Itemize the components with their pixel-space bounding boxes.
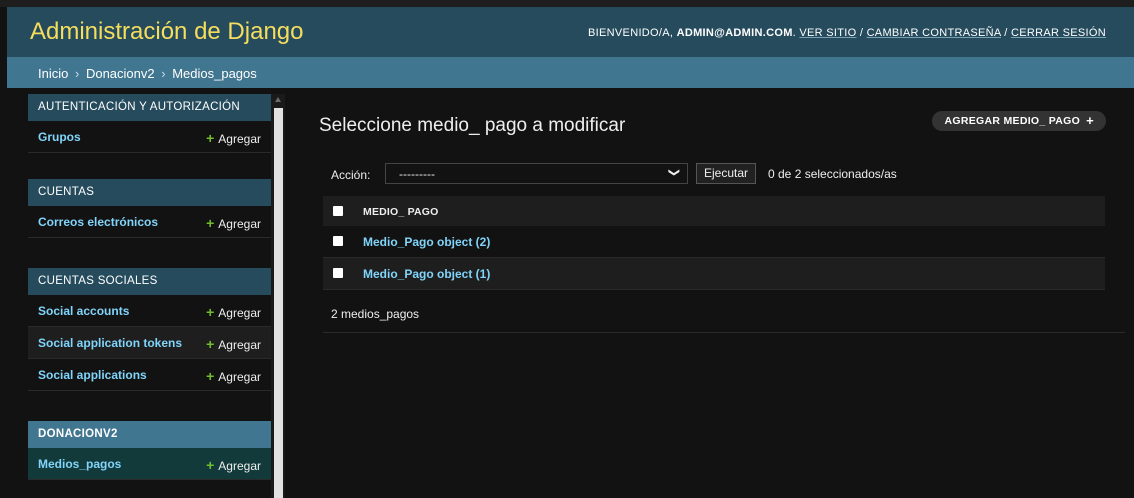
selection-counter: 0 de 2 seleccionados/as	[768, 167, 897, 181]
plus-icon: +	[206, 368, 215, 384]
site-brand[interactable]: Administración de Django	[30, 18, 303, 46]
sidebar-item-label[interactable]: Medios_pagos	[38, 457, 121, 471]
sidebar-item-social-application-tokens: Social application tokens + Agregar	[28, 327, 271, 359]
sidebar-item-label[interactable]: Social applications	[38, 368, 147, 382]
plus-icon: +	[206, 130, 215, 146]
breadcrumb-home[interactable]: Inicio	[38, 66, 68, 81]
module-caption-auth[interactable]: AUTENTICACIÓN Y AUTORIZACIÓN	[28, 94, 271, 121]
module-cuentas-sociales: CUENTAS SOCIALES Social accounts + Agrega…	[28, 268, 271, 391]
module-caption-cuentas-sociales[interactable]: CUENTAS SOCIALES	[28, 268, 271, 295]
row-link[interactable]: Medio_Pago object (1)	[363, 267, 490, 281]
breadcrumb-current: Medios_pagos	[172, 66, 257, 81]
module-donacionv2: DONACIONV2 Medios_pagos + Agregar	[28, 421, 271, 480]
welcome-text: BIENVENIDO/A,	[588, 27, 674, 39]
result-list: MEDIO_ PAGO Medio_Pago object (2) Medio_…	[323, 196, 1105, 290]
site-header: Administración de Django BIENVENIDO/A, A…	[7, 7, 1134, 57]
table-row: Medio_Pago object (2)	[323, 226, 1105, 258]
breadcrumb: Inicio › Donacionv2 › Medios_pagos	[7, 57, 1134, 88]
add-correos-link[interactable]: + Agregar	[206, 215, 261, 231]
action-select-value: ---------	[399, 167, 435, 181]
row-checkbox[interactable]	[333, 236, 343, 246]
actions-bar: Acción: --------- ❯ Ejecutar 0 de 2 sele…	[319, 161, 1105, 187]
main-content: Seleccione medio_ pago a modificar AGREG…	[285, 94, 1134, 498]
action-select[interactable]: --------- ❯	[385, 163, 688, 184]
change-password-link[interactable]: CAMBIAR CONTRASEÑA	[867, 27, 1001, 39]
add-grupos-link[interactable]: + Agregar	[206, 130, 261, 146]
run-action-button[interactable]: Ejecutar	[696, 163, 757, 184]
module-auth: AUTENTICACIÓN Y AUTORIZACIÓN Grupos + Agr…	[28, 94, 271, 153]
logout-link[interactable]: CERRAR SESIÓN	[1011, 27, 1106, 39]
window-top-strip	[0, 0, 1134, 7]
breadcrumb-app[interactable]: Donacionv2	[86, 66, 155, 81]
sidebar-item-medios-pagos: Medios_pagos + Agregar	[28, 448, 271, 480]
add-social-application-tokens-link[interactable]: + Agregar	[206, 336, 261, 352]
page-title: Seleccione medio_ pago a modificar	[319, 115, 626, 136]
sidebar-item-label[interactable]: Grupos	[38, 130, 81, 144]
sidebar-item-social-accounts: Social accounts + Agregar	[28, 295, 271, 327]
action-label: Acción:	[331, 168, 371, 182]
sidebar-item-label[interactable]: Social application tokens	[38, 336, 182, 350]
plus-icon: +	[206, 457, 215, 473]
breadcrumb-separator: ›	[161, 66, 166, 81]
chevron-down-icon: ❯	[667, 167, 680, 178]
sidebar-item-correos: Correos electrónicos + Agregar	[28, 206, 271, 238]
plus-icon: +	[206, 304, 215, 320]
add-social-accounts-link[interactable]: + Agregar	[206, 304, 261, 320]
row-link[interactable]: Medio_Pago object (2)	[363, 235, 490, 249]
user-tools: BIENVENIDO/A, ADMIN@ADMIN.COM. VER SITIO…	[588, 27, 1106, 39]
module-cuentas: CUENTAS Correos electrónicos + Agregar	[28, 179, 271, 238]
select-all-checkbox[interactable]	[333, 206, 343, 216]
username: ADMIN@ADMIN.COM	[676, 27, 793, 39]
sidebar-scrollbar[interactable]	[271, 94, 285, 498]
plus-icon: +	[1086, 113, 1094, 129]
sidebar-item-label[interactable]: Correos electrónicos	[38, 215, 158, 229]
module-caption-cuentas[interactable]: CUENTAS	[28, 179, 271, 206]
scrollbar-thumb[interactable]	[274, 108, 283, 498]
result-count: 2 medios_pagos	[331, 307, 420, 321]
module-caption-donacionv2[interactable]: DONACIONV2	[28, 421, 271, 448]
sidebar-item-social-applications: Social applications + Agregar	[28, 359, 271, 391]
add-medios-pagos-link[interactable]: + Agregar	[206, 457, 261, 473]
table-header: MEDIO_ PAGO	[323, 196, 1105, 226]
paginator: 2 medios_pagos	[323, 293, 1125, 333]
row-checkbox[interactable]	[333, 268, 343, 278]
plus-icon: +	[206, 336, 215, 352]
scroll-up-arrow-icon[interactable]	[275, 97, 281, 102]
sidebar-item-label[interactable]: Social accounts	[38, 304, 129, 318]
view-site-link[interactable]: VER SITIO	[799, 27, 856, 39]
nav-sidebar: AUTENTICACIÓN Y AUTORIZACIÓN Grupos + Agr…	[28, 94, 271, 498]
sidebar-item-grupos: Grupos + Agregar	[28, 121, 271, 153]
add-medio-pago-button[interactable]: AGREGAR MEDIO_ PAGO +	[932, 111, 1106, 131]
table-row: Medio_Pago object (1)	[323, 258, 1105, 290]
breadcrumb-separator: ›	[74, 66, 80, 81]
column-header-medio-pago[interactable]: MEDIO_ PAGO	[363, 206, 439, 218]
add-social-applications-link[interactable]: + Agregar	[206, 368, 261, 384]
plus-icon: +	[206, 215, 215, 231]
